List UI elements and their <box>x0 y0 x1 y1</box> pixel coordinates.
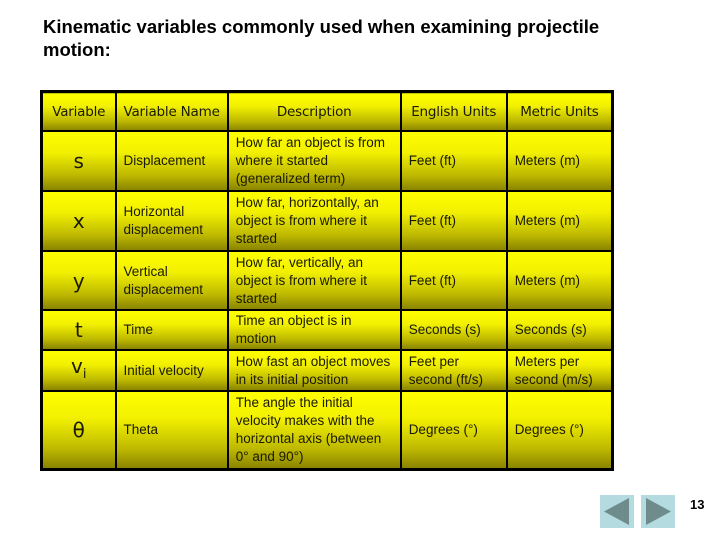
header-variable-name: Variable Name <box>114 90 229 132</box>
metric-units: Meters (m) <box>505 250 614 311</box>
variable-name: Horizontal displacement <box>114 190 229 252</box>
english-units: Feet per second (ft/s) <box>399 349 508 392</box>
table-row: y Vertical displacement How far, vertica… <box>40 250 614 311</box>
next-slide-button[interactable] <box>641 495 675 528</box>
symbol-text: v <box>71 354 83 378</box>
metric-units: Meters (m) <box>505 130 614 192</box>
variable-description: Time an object is in motion <box>226 309 402 351</box>
triangle-left-icon <box>604 498 629 525</box>
symbol-text: θ <box>72 418 85 442</box>
page-number: 13 <box>690 497 705 512</box>
table-header-row: Variable Variable Name Description Engli… <box>40 90 614 132</box>
variable-name: Vertical displacement <box>114 250 229 311</box>
variable-symbol: y <box>40 250 117 311</box>
previous-slide-button[interactable] <box>600 495 634 528</box>
symbol-text: t <box>74 318 83 342</box>
header-variable: Variable <box>40 90 117 132</box>
english-units: Degrees (°) <box>399 390 508 471</box>
header-description: Description <box>226 90 402 132</box>
variable-name: Theta <box>114 390 229 471</box>
english-units: Feet (ft) <box>399 190 508 252</box>
symbol-text: y <box>72 268 85 293</box>
kinematic-variables-table: Variable Variable Name Description Engli… <box>40 90 615 471</box>
variable-symbol: s <box>40 130 117 192</box>
variable-name: Initial velocity <box>114 349 229 392</box>
metric-units: Meters (m) <box>505 190 614 252</box>
table-row: s Displacement How far an object is from… <box>40 130 614 192</box>
metric-units: Degrees (°) <box>505 390 614 471</box>
header-metric-units: Metric Units <box>505 90 614 132</box>
english-units: Feet (ft) <box>399 250 508 311</box>
variable-symbol: vi <box>40 349 117 392</box>
triangle-right-icon <box>646 498 671 525</box>
variable-description: How fast an object moves in its initial … <box>226 349 402 392</box>
header-english-units: English Units <box>399 90 508 132</box>
metric-units: Seconds (s) <box>505 309 614 351</box>
metric-units: Meters per second (m/s) <box>505 349 614 392</box>
variable-description: The angle the initial velocity makes wit… <box>226 390 402 471</box>
variable-description: How far an object is from where it start… <box>226 130 402 192</box>
variable-name: Displacement <box>114 130 229 192</box>
table-row: θ Theta The angle the initial velocity m… <box>40 390 614 471</box>
slide-title: Kinematic variables commonly used when e… <box>43 16 600 60</box>
variable-description: How far, horizontally, an object is from… <box>226 190 402 252</box>
variable-name: Time <box>114 309 229 351</box>
variable-description: How far, vertically, an object is from w… <box>226 250 402 311</box>
variable-symbol: t <box>40 309 117 351</box>
table-row: t Time Time an object is in motion Secon… <box>40 309 614 351</box>
english-units: Seconds (s) <box>399 309 508 351</box>
english-units: Feet (ft) <box>399 130 508 192</box>
table-row: vi Initial velocity How fast an object m… <box>40 349 614 392</box>
table-row: x Horizontal displacement How far, horiz… <box>40 190 614 252</box>
variable-symbol: θ <box>40 390 117 471</box>
variable-symbol: x <box>40 190 117 252</box>
symbol-text: x <box>72 209 85 233</box>
symbol-text: s <box>73 149 84 173</box>
symbol-subscript: i <box>82 367 87 382</box>
